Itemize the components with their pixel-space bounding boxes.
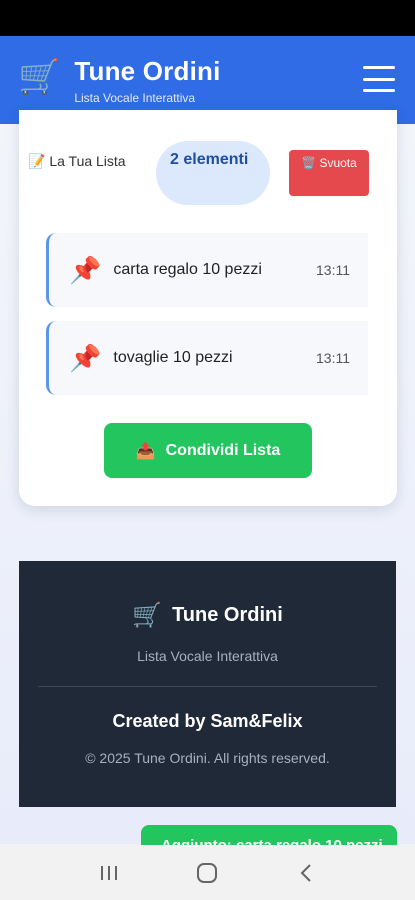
- footer-subtitle: Lista Vocale Interattiva: [137, 648, 278, 664]
- brand: Tune Ordini Lista Vocale Interattiva: [74, 56, 220, 105]
- clear-button-label: 🗑️ Svuota: [301, 156, 357, 170]
- item-time: 13:11: [316, 350, 350, 366]
- back-icon[interactable]: [286, 853, 326, 893]
- item-time: 13:11: [316, 262, 350, 278]
- footer-divider: [38, 686, 377, 687]
- footer-title: Tune Ordini: [172, 604, 283, 626]
- app-title: Tune Ordini: [74, 55, 221, 86]
- footer-brand: 🛒 Tune Ordini: [19, 601, 396, 630]
- share-list-button[interactable]: 📤 Condividi Lista: [104, 423, 312, 478]
- recents-icon[interactable]: [89, 853, 129, 893]
- list-item: 📌 carta regalo 10 pezzi 13:11: [46, 233, 368, 307]
- list-header: 📝 La Tua Lista 2 elementi 🗑️ Svuota: [28, 141, 369, 210]
- home-icon[interactable]: [187, 853, 227, 893]
- cart-icon: 🛒: [132, 602, 163, 629]
- cart-icon: 🛒: [18, 58, 61, 96]
- footer-copyright: © 2025 Tune Ordini. All rights reserved.: [85, 750, 330, 766]
- pushpin-icon: 📌: [69, 254, 102, 285]
- share-tray-icon: 📤: [135, 442, 156, 460]
- list-title: 📝 La Tua Lista: [28, 153, 126, 169]
- item-text: tovaglie 10 pezzi: [113, 349, 233, 366]
- status-bar: [0, 0, 415, 36]
- clear-list-button[interactable]: 🗑️ Svuota: [289, 150, 369, 196]
- menu-icon[interactable]: [363, 66, 395, 92]
- footer-credit: Created by Sam&Felix: [112, 711, 303, 731]
- item-count-badge: 2 elementi: [156, 141, 270, 205]
- share-button-label: Condividi Lista: [165, 441, 281, 459]
- item-text: carta regalo 10 pezzi: [113, 261, 262, 278]
- footer: 🛒 Tune Ordini Lista Vocale Interattiva C…: [19, 561, 396, 807]
- pushpin-icon: 📌: [69, 342, 102, 373]
- app-subtitle: Lista Vocale Interattiva: [74, 90, 196, 105]
- system-nav-bar: [0, 845, 415, 900]
- list-item: 📌 tovaglie 10 pezzi 13:11: [46, 321, 368, 395]
